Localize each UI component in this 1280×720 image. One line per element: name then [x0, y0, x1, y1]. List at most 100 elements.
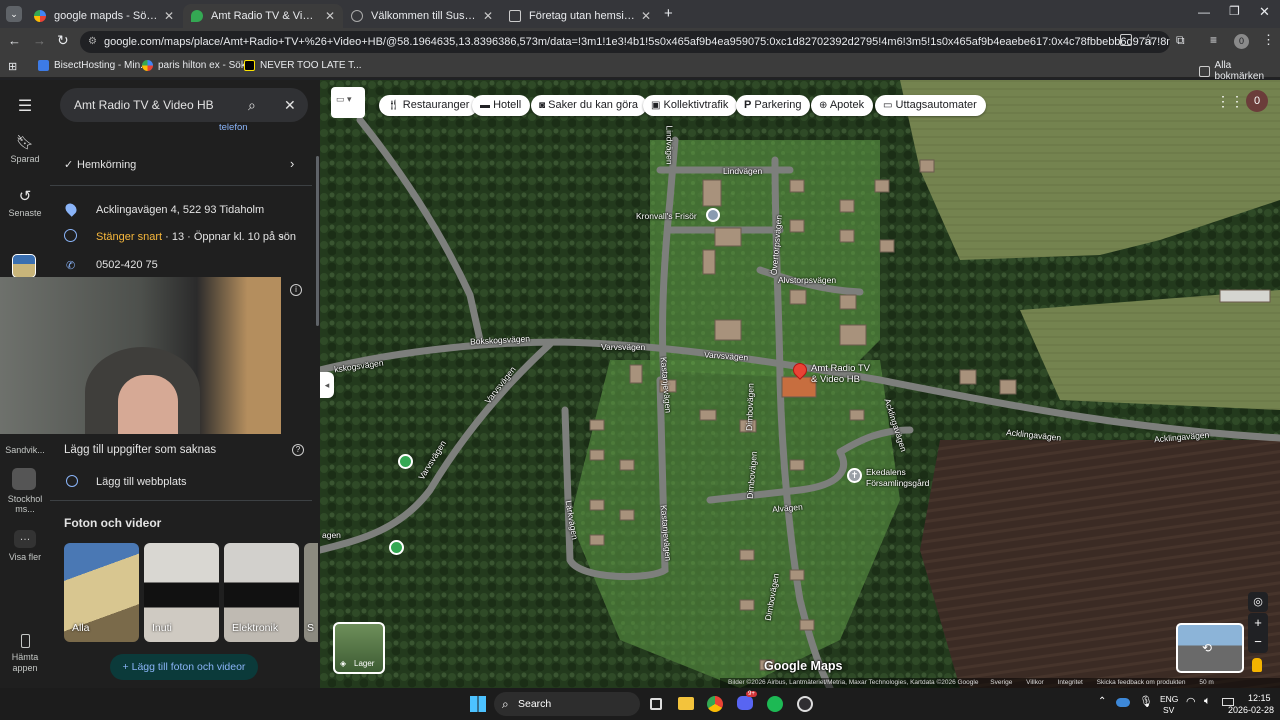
chip-transit[interactable]: ▣ Kollektivtrafik — [643, 95, 738, 116]
close-icon[interactable]: ✕ — [483, 9, 493, 23]
discord-icon[interactable] — [737, 696, 753, 710]
windows-start-icon[interactable] — [470, 696, 486, 712]
menu-icon[interactable]: ⋮ — [1262, 32, 1275, 48]
pegman-icon[interactable] — [1252, 658, 1262, 672]
recent-place-thumbnail[interactable] — [12, 254, 36, 278]
business-label-kronvall[interactable]: Kronvall's Frisör — [636, 211, 697, 221]
clock-time[interactable]: 12:15 — [1248, 693, 1271, 703]
address-row[interactable]: Acklingavägen 4, 522 93 Tidaholm — [50, 200, 312, 220]
footer-link-villkor[interactable]: Villkor — [1026, 679, 1044, 686]
site-info-icon[interactable]: ⚙ — [88, 31, 97, 53]
search-input[interactable]: Amt Radio TV & Video HB ⌕ ✕ — [60, 88, 308, 122]
microphone-icon[interactable]: 🎙︎ — [1139, 695, 1153, 708]
chip-parking[interactable]: P Parkering — [736, 95, 811, 116]
chip-things-to-do[interactable]: ◙ Saker du kan göra — [531, 95, 647, 116]
search-icon[interactable]: ⌕ — [248, 88, 256, 122]
chip-hotels[interactable]: ▬ Hotell — [472, 95, 531, 116]
new-tab-button[interactable]: + — [664, 5, 673, 22]
install-app-icon[interactable] — [1120, 34, 1132, 46]
place-label-ekedal-2[interactable]: Församlingsgård — [866, 478, 929, 488]
chip-atm[interactable]: ▭ Uttagsautomater — [875, 95, 986, 116]
place-label-line-2[interactable]: & Video HB — [811, 374, 860, 385]
park-poi-icon[interactable] — [398, 454, 413, 469]
footer-link-integritet[interactable]: Integritet — [1058, 679, 1083, 686]
close-icon[interactable]: ✕ — [284, 88, 296, 122]
help-icon[interactable]: ? — [292, 444, 304, 456]
wifi-icon[interactable]: ◠ — [1186, 695, 1196, 708]
footer-link-sverige[interactable]: Sverige — [990, 679, 1012, 686]
file-explorer-icon[interactable] — [678, 697, 694, 710]
chevron-down-icon[interactable]: ⌄ — [277, 230, 285, 241]
language-sv[interactable]: SV — [1163, 705, 1174, 715]
photo-all[interactable]: Alla — [64, 543, 139, 642]
volume-icon[interactable]: 🔈︎ — [1204, 695, 1211, 708]
panel-scrollbar[interactable] — [316, 156, 319, 326]
info-icon[interactable]: i — [290, 284, 302, 296]
restaurant-poi-icon[interactable] — [389, 540, 404, 555]
language-en[interactable]: ENG — [1160, 694, 1178, 704]
map-type-toggle[interactable]: ▭ ▾ — [331, 87, 365, 118]
add-photos-button[interactable]: + Lägg till foton och videor — [110, 654, 258, 680]
bookmark-bisecthosting[interactable]: BisectHosting - Min... — [38, 60, 148, 71]
show-more-button[interactable]: … Visa fler — [0, 530, 50, 562]
phone-row[interactable]: ✆ 0502-420 75 — [50, 256, 312, 276]
salon-poi-icon[interactable] — [706, 208, 720, 222]
clock-date[interactable]: 2026-02-28 — [1228, 705, 1274, 715]
close-icon[interactable]: ✕ — [641, 9, 651, 23]
place-label-ekedal-1[interactable]: Ekedalens — [866, 467, 906, 477]
chip-pharmacy[interactable]: ⊕ Apotek — [811, 95, 874, 116]
onedrive-icon[interactable] — [1116, 698, 1130, 707]
spotify-icon[interactable] — [767, 696, 783, 712]
photo-inside[interactable]: Inuti — [144, 543, 219, 642]
recent-button[interactable]: ↺ Senaste — [0, 187, 50, 218]
chrome-icon[interactable] — [707, 696, 723, 712]
satellite-map[interactable]: Lindvägen Lindvägen Övertorpsvägen Alvst… — [320, 80, 1280, 688]
close-icon[interactable]: ✕ — [164, 9, 174, 23]
bookmark-nevertoolate[interactable]: NEVER TOO LATE T... — [244, 60, 362, 71]
zoom-in-button[interactable]: + — [1248, 613, 1268, 633]
get-app-button[interactable]: Hämta appen — [0, 634, 50, 674]
tab-sushitai[interactable]: Välkommen till Sushitai Restau ✕ — [343, 4, 501, 28]
profile-avatar[interactable]: 0 — [1234, 34, 1249, 49]
tab-list-button[interactable]: ⌄ — [6, 6, 22, 22]
photo-more[interactable]: S — [304, 543, 318, 642]
add-missing-row[interactable]: Lägg till uppgifter som saknas ? — [50, 438, 312, 462]
tab-maps[interactable]: Amt Radio TV & Video HB – Go ✕ — [183, 4, 343, 28]
tab-google-search[interactable]: google mapds - Sök på Google ✕ — [26, 4, 182, 28]
close-window-button[interactable]: ✕ — [1259, 4, 1270, 20]
apps-grid-icon[interactable]: ⊞ — [8, 60, 17, 73]
task-view-icon[interactable] — [650, 698, 662, 710]
place-label-line-1[interactable]: Amt Radio TV — [811, 363, 870, 374]
photo-electronics[interactable]: Elektronik — [224, 543, 299, 642]
my-location-button[interactable]: ◎ — [1248, 592, 1268, 612]
chip-restaurants[interactable]: 🍴︎ Restauranger — [379, 95, 479, 116]
tray-chevron-icon[interactable]: ⌃ — [1098, 696, 1106, 707]
recent-place-thumb-stockholm[interactable] — [12, 468, 36, 490]
reload-button[interactable]: ↻ — [57, 32, 69, 49]
hours-row[interactable]: Stänger snart · 13 · Öppnar kl. 10 på sö… — [50, 227, 312, 247]
bookmark-star-icon[interactable]: ☆ — [1142, 31, 1155, 48]
recent-place-sandvik[interactable]: Sandvik... — [0, 445, 50, 455]
street-view-thumbnail[interactable]: ⟲ — [1176, 623, 1244, 673]
media-icon[interactable]: ≡ — [1210, 33, 1217, 47]
recent-place-stockholm[interactable]: Stockholms... — [0, 494, 50, 514]
taskbar-search[interactable]: ⌕ Search — [494, 692, 640, 716]
menu-hamburger-icon[interactable]: ☰ — [0, 96, 50, 116]
extensions-icon[interactable]: ⧉ — [1176, 33, 1185, 48]
bookmark-paris[interactable]: paris hilton ex - Sök... — [142, 60, 254, 71]
add-website-row[interactable]: Lägg till webbplats — [50, 472, 312, 501]
restore-button[interactable]: ❐ — [1229, 4, 1240, 18]
phone-link[interactable]: telefon — [219, 122, 248, 133]
address-bar[interactable]: ⚙ google.com/maps/place/Amt+Radio+TV+%26… — [80, 31, 1170, 53]
church-poi-icon[interactable]: ✝ — [847, 468, 862, 483]
back-button[interactable]: ← — [8, 33, 21, 48]
delivery-row[interactable]: ✓ Hemkörning › — [50, 146, 312, 186]
obs-icon[interactable] — [797, 696, 813, 712]
close-icon[interactable]: ✕ — [325, 9, 335, 23]
forward-button[interactable]: → — [33, 33, 46, 48]
apps-grid-icon[interactable]: ⋮⋮ — [1216, 93, 1244, 110]
tab-foretag[interactable]: Företag utan hemsida Uppsala ✕ — [501, 4, 659, 28]
zoom-out-button[interactable]: − — [1248, 633, 1268, 653]
all-bookmarks[interactable]: Alla bokmärken — [1199, 60, 1280, 82]
minimize-button[interactable]: — — [1198, 5, 1210, 19]
